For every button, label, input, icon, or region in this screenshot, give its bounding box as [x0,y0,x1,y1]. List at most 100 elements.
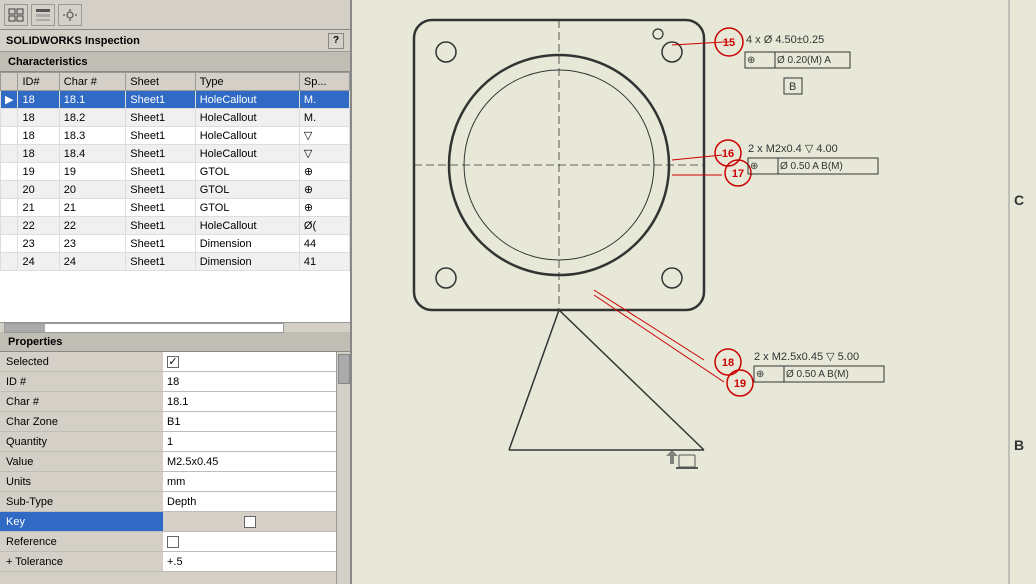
col-header-char[interactable]: Char # [59,73,126,91]
row-char: 22 [59,217,126,235]
row-id: 22 [18,217,59,235]
prop-value: ✓ [163,352,336,371]
prop-label: Char # [0,392,163,411]
col-header-sheet[interactable]: Sheet [126,73,195,91]
row-sp: ⊕ [299,163,349,181]
reference-checkbox[interactable] [167,536,179,548]
svg-text:⊕: ⊕ [750,161,758,172]
table-row[interactable]: 21 21 Sheet1 GTOL ⊕ [1,199,350,217]
table-row[interactable]: 18 18.3 Sheet1 HoleCallout ▽ [1,127,350,145]
row-id: 18 [18,109,59,127]
toolbar [0,0,350,30]
col-header-id[interactable]: ID# [18,73,59,91]
table-row[interactable]: ▶ 18 18.1 Sheet1 HoleCallout M. [1,91,350,109]
property-row: Char # 18.1 [0,392,336,412]
prop-label: Quantity [0,432,163,451]
row-sp: ▽ [299,145,349,163]
prop-value [163,532,336,551]
row-sheet: Sheet1 [126,109,195,127]
prop-value [163,512,336,531]
row-type: HoleCallout [195,127,299,145]
prop-label: Units [0,472,163,491]
help-button[interactable]: ? [328,33,344,49]
table-row[interactable]: 20 20 Sheet1 GTOL ⊕ [1,181,350,199]
prop-label: Value [0,452,163,471]
row-char: 23 [59,235,126,253]
prop-label: Reference [0,532,163,551]
svg-text:B: B [1014,437,1024,453]
svg-text:17: 17 [732,168,744,180]
row-id: 20 [18,181,59,199]
key-checkbox[interactable] [244,516,256,528]
svg-text:18: 18 [722,357,734,369]
svg-text:Ø 0.50 A B(M): Ø 0.50 A B(M) [786,369,849,380]
property-row: ID # 18 [0,372,336,392]
property-row: Units mm [0,472,336,492]
row-id: 19 [18,163,59,181]
row-sp: M. [299,91,349,109]
table-row[interactable]: 18 18.2 Sheet1 HoleCallout M. [1,109,350,127]
property-row: Selected ✓ [0,352,336,372]
property-row: Reference [0,532,336,552]
row-sheet: Sheet1 [126,199,195,217]
table-body: ▶ 18 18.1 Sheet1 HoleCallout M. 18 18.2 … [1,91,350,271]
col-header-arrow[interactable] [1,73,18,91]
prop-value: +.5 [163,552,336,571]
property-row: Key [0,512,336,532]
prop-label: Selected [0,352,163,371]
properties-scrollbar[interactable] [336,352,350,584]
list-view-button[interactable] [31,4,55,26]
table-row[interactable]: 22 22 Sheet1 HoleCallout Ø( [1,217,350,235]
scrollbar-thumb[interactable] [338,354,350,384]
table-row[interactable]: 23 23 Sheet1 Dimension 44 [1,235,350,253]
row-char: 21 [59,199,126,217]
svg-text:2 x M2.5x0.45 ▽ 5.00: 2 x M2.5x0.45 ▽ 5.00 [754,351,859,363]
panel-title: SOLIDWORKS Inspection [6,35,140,47]
row-sp: ⊕ [299,199,349,217]
row-char: 20 [59,181,126,199]
svg-text:16: 16 [722,148,734,160]
grid-view-button[interactable] [4,4,28,26]
table-horizontal-scrollbar[interactable] [0,322,350,332]
row-arrow [1,217,18,235]
row-sp: 44 [299,235,349,253]
property-row: Value M2.5x0.45 [0,452,336,472]
row-sheet: Sheet1 [126,91,195,109]
row-id: 18 [18,127,59,145]
row-id: 23 [18,235,59,253]
row-arrow [1,235,18,253]
prop-value: B1 [163,412,336,431]
properties-panel: Selected ✓ ID # 18 Char # 18.1 Char Zone… [0,352,350,584]
row-char: 18.1 [59,91,126,109]
row-arrow [1,253,18,271]
table-row[interactable]: 19 19 Sheet1 GTOL ⊕ [1,163,350,181]
row-char: 18.3 [59,127,126,145]
svg-text:⊕: ⊕ [756,369,764,380]
table-row[interactable]: 24 24 Sheet1 Dimension 41 [1,253,350,271]
svg-text:2 x M2x0.4 ▽ 4.00: 2 x M2x0.4 ▽ 4.00 [748,143,838,155]
row-type: HoleCallout [195,145,299,163]
characteristics-table-container[interactable]: ID# Char # Sheet Type Sp... ▶ 18 18.1 Sh… [0,72,350,322]
prop-value: mm [163,472,336,491]
row-arrow [1,109,18,127]
row-char: 18.2 [59,109,126,127]
row-type: Dimension [195,253,299,271]
row-type: HoleCallout [195,217,299,235]
row-sheet: Sheet1 [126,163,195,181]
row-id: 18 [18,145,59,163]
row-sp: M. [299,109,349,127]
svg-text:15: 15 [723,37,735,49]
row-id: 18 [18,91,59,109]
col-header-sp[interactable]: Sp... [299,73,349,91]
row-arrow [1,199,18,217]
row-arrow [1,127,18,145]
svg-text:Ø 0.20(M) A: Ø 0.20(M) A [777,55,831,66]
settings-button[interactable] [58,4,82,26]
svg-text:C: C [1014,192,1024,208]
table-row[interactable]: 18 18.4 Sheet1 HoleCallout ▽ [1,145,350,163]
properties-content: Selected ✓ ID # 18 Char # 18.1 Char Zone… [0,352,336,584]
prop-label: Char Zone [0,412,163,431]
col-header-type[interactable]: Type [195,73,299,91]
row-arrow: ▶ [1,91,18,109]
selected-checkbox[interactable]: ✓ [167,356,179,368]
